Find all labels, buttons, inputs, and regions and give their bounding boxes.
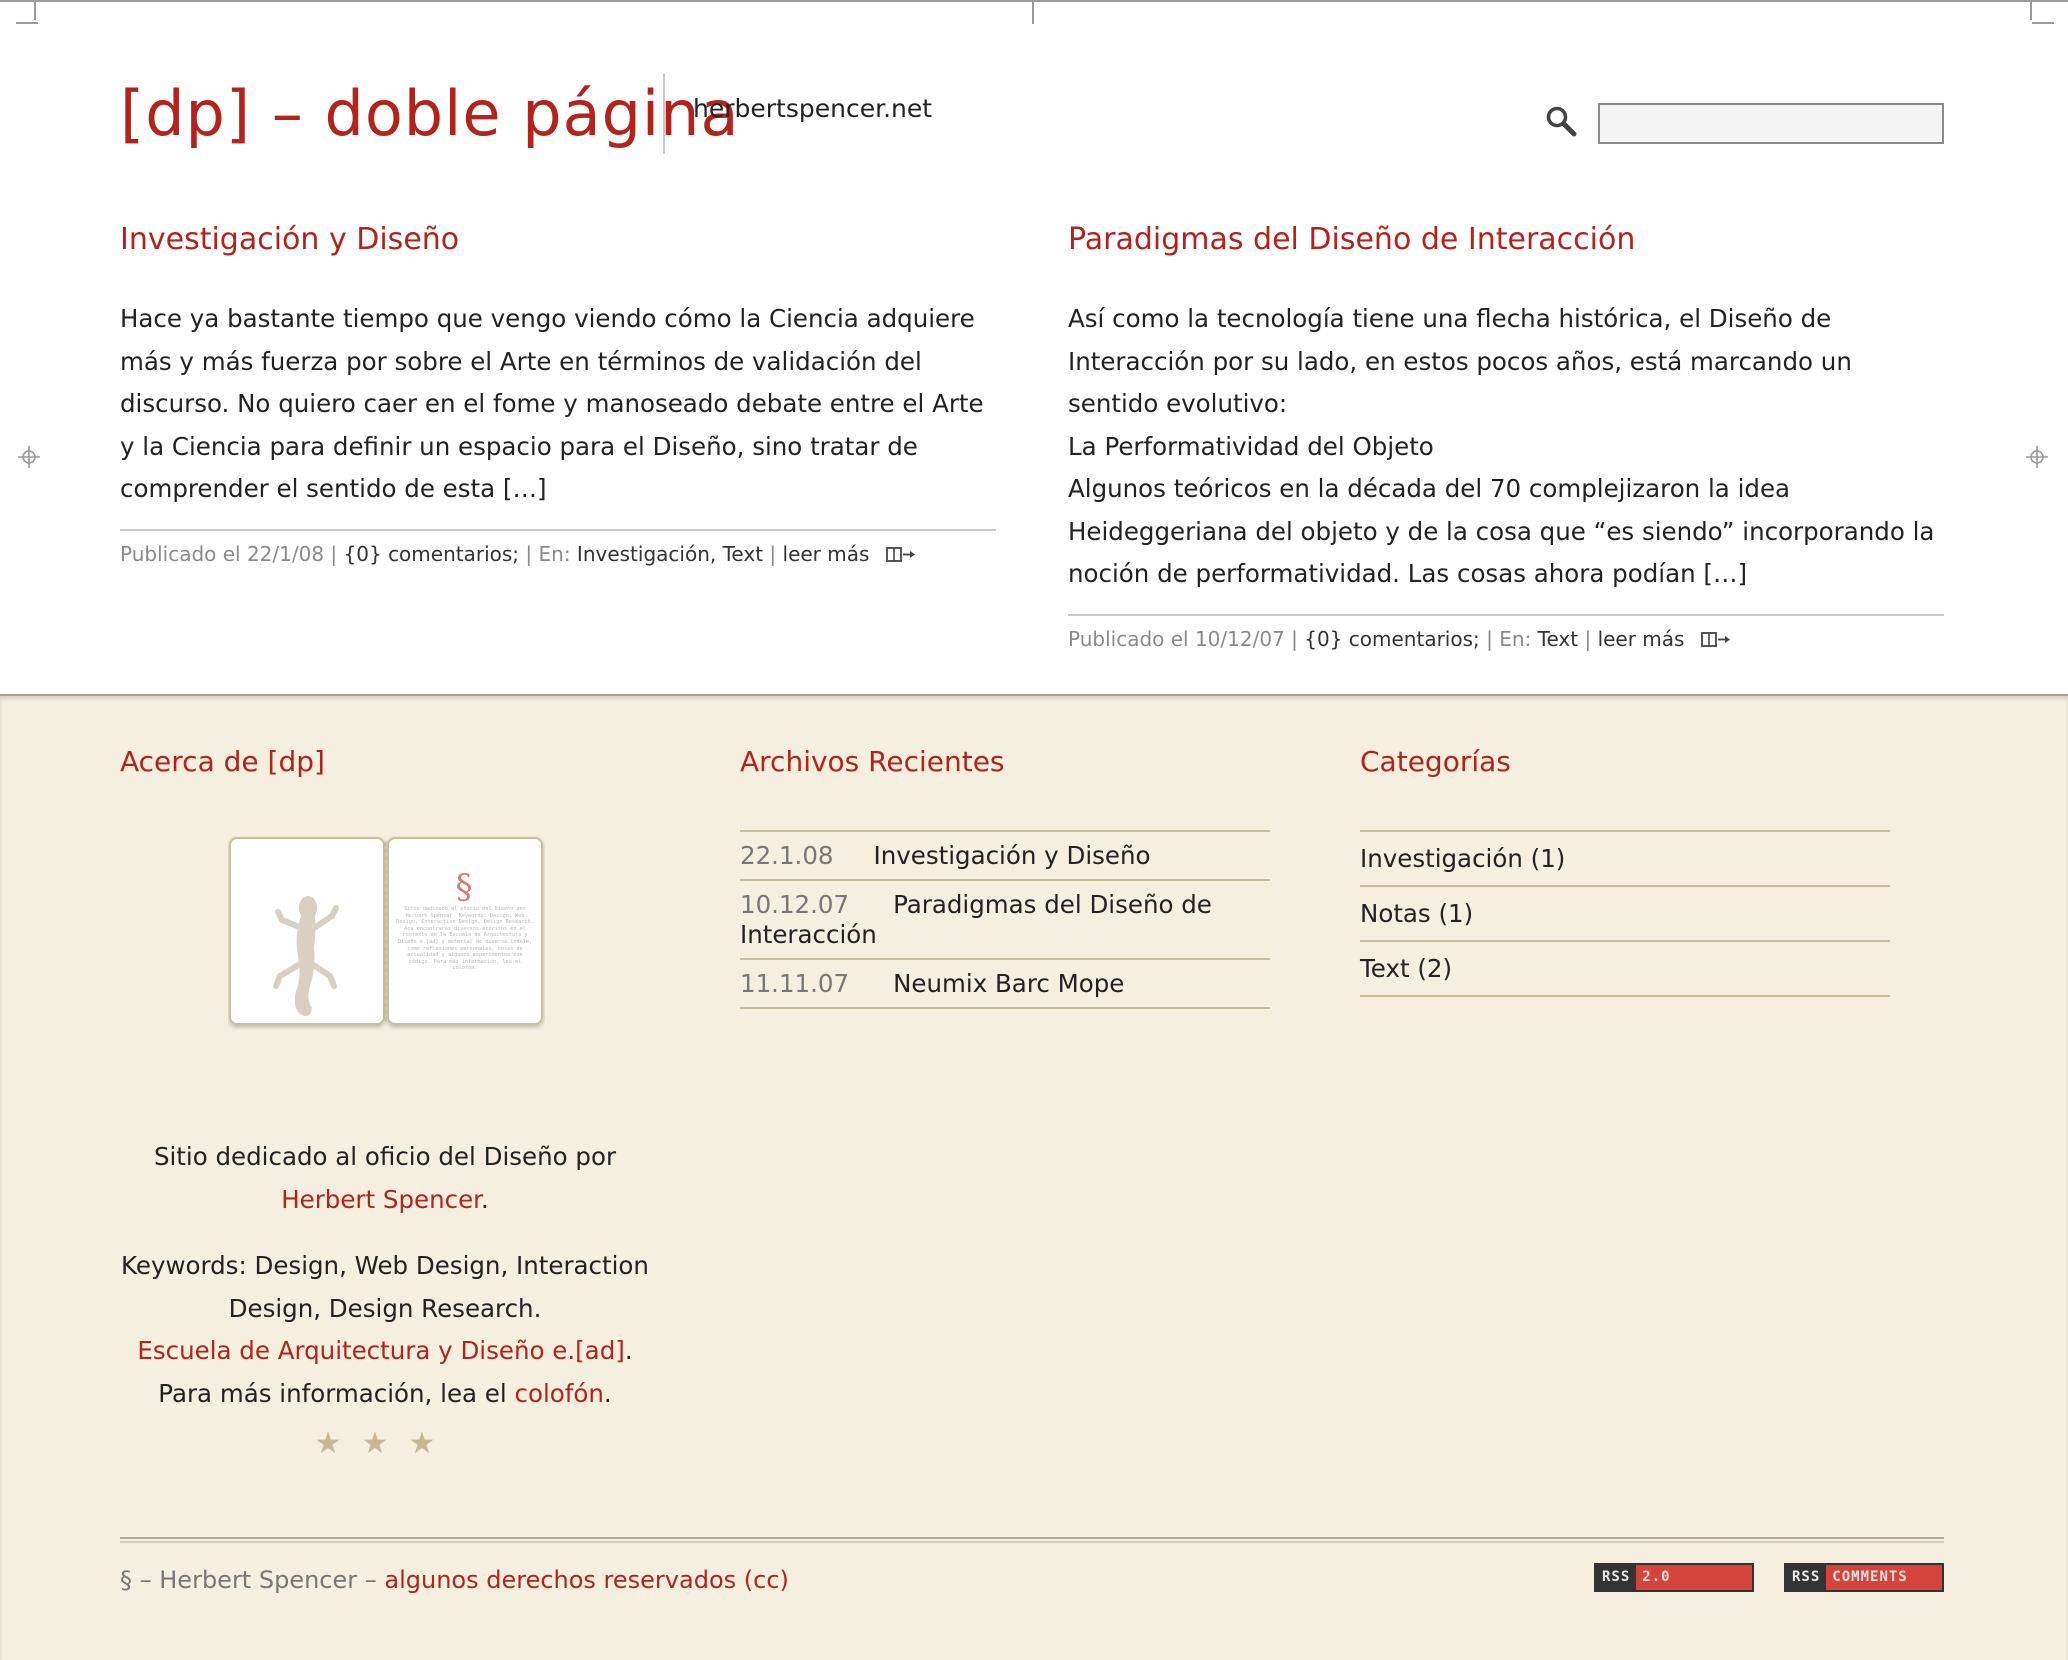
crop-mark: [2030, 2, 2032, 20]
site-title[interactable]: [dp] – doble página: [120, 72, 739, 156]
comments-link[interactable]: {0} comentarios;: [344, 542, 520, 566]
rss-comments-badge[interactable]: RSS COMMENTS: [1784, 1563, 1944, 1592]
archive-item: 22.1.08 Investigación y Diseño: [740, 830, 1270, 879]
search-input[interactable]: [1598, 103, 1944, 144]
post-excerpt: Hace ya bastante tiempo que vengo viendo…: [120, 298, 996, 511]
category-item[interactable]: Notas (1): [1360, 885, 1890, 940]
post-meta: Publicado el 22/1/08 | {0} comentarios; …: [120, 528, 996, 567]
crop-mark: [16, 22, 38, 24]
category-item[interactable]: Text (2): [1360, 940, 1890, 997]
category-item[interactable]: Investigación (1): [1360, 830, 1890, 885]
footer-divider: [120, 1537, 1944, 1543]
school-link[interactable]: Escuela de Arquitectura y Diseño e.[ad]: [137, 1336, 624, 1365]
copyright: § – Herbert Spencer – algunos derechos r…: [120, 1566, 789, 1594]
post-excerpt: Así como la tecnología tiene una flecha …: [1068, 298, 1944, 596]
post-meta: Publicado el 10/12/07 | {0} comentarios;…: [1068, 613, 1944, 652]
author-link[interactable]: Herbert Spencer: [281, 1185, 481, 1214]
registration-mark-icon: [18, 446, 40, 468]
book-symbol: §: [456, 867, 473, 907]
post-title[interactable]: Paradigmas del Diseño de Interacción: [1068, 220, 1944, 260]
post-paragraph: La Performatividad del Objeto: [1068, 431, 1434, 461]
about-description: Sitio dedicado al oficio del Diseño por …: [121, 1142, 649, 1408]
post-paragraph: Algunos teóricos en la década del 70 com…: [1068, 474, 1935, 588]
title-divider: [663, 74, 665, 154]
category-link[interactable]: Investigación: [577, 542, 710, 566]
recent-archives-list: 22.1.08 Investigación y Diseño 10.12.07 Pa…: [740, 830, 1270, 1009]
license-link[interactable]: algunos derechos reservados (cc): [384, 1566, 789, 1594]
archive-link[interactable]: Investigación y Diseño: [874, 841, 1151, 870]
archive-date: 10.12.07: [740, 890, 850, 919]
category-label: En:: [538, 541, 571, 566]
about-title: Acerca de [dp]: [120, 745, 325, 778]
rss-feed-badge[interactable]: RSS 2.0: [1594, 1563, 1754, 1592]
post-paragraph: Hace ya bastante tiempo que vengo viendo…: [120, 304, 984, 503]
archive-date: 22.1.08: [740, 841, 834, 870]
decorative-stars: ★★★: [314, 1426, 456, 1461]
keywords-text: Keywords: Design, Web Design, Interactio…: [121, 1251, 649, 1323]
search-icon[interactable]: [1544, 104, 1580, 140]
read-more-icon[interactable]: [1700, 631, 1731, 649]
crop-mark: [34, 2, 36, 20]
post-date: Publicado el 22/1/08: [120, 541, 325, 566]
post: Investigación y Diseño Hace ya bastante …: [120, 220, 996, 567]
crop-mark: [1032, 2, 1034, 24]
crop-mark: [2032, 22, 2054, 24]
read-more-link[interactable]: leer más: [1598, 627, 1685, 651]
archives-title: Archivos Recientes: [740, 745, 1005, 778]
post: Paradigmas del Diseño de Interacción Así…: [1068, 220, 1944, 652]
book-illustration: § Sitio dedicado al oficio del Diseño po…: [229, 837, 543, 1025]
site-tagline: herbertspencer.net: [693, 94, 933, 123]
category-link[interactable]: Text: [1538, 627, 1578, 651]
top-border: [0, 0, 2068, 2]
category-link[interactable]: Text: [723, 542, 763, 566]
read-more-icon[interactable]: [885, 546, 916, 564]
archive-link[interactable]: Neumix Barc Mope: [893, 969, 1124, 998]
read-more-link[interactable]: leer más: [783, 542, 870, 566]
archive-item: 11.11.07 Neumix Barc Mope: [740, 958, 1270, 1009]
post-paragraph: Así como la tecnología tiene una flecha …: [1068, 304, 1852, 418]
book-text: Sitio dedicado al oficio del Diseño por …: [396, 906, 534, 972]
archive-item: 10.12.07 Paradigmas del Diseño de Interac…: [740, 879, 1270, 958]
categories-title: Categorías: [1360, 745, 1511, 778]
category-label: En:: [1499, 626, 1532, 651]
registration-mark-icon: [2026, 446, 2048, 468]
categories-list: Investigación (1) Notas (1) Text (2): [1360, 830, 1890, 997]
site-header: [dp] – doble página herbertspencer.net: [120, 72, 932, 156]
post-date: Publicado el 10/12/07: [1068, 626, 1285, 651]
archive-date: 11.11.07: [740, 969, 850, 998]
comments-link[interactable]: {0} comentarios;: [1304, 627, 1480, 651]
colophon-link[interactable]: colofón: [514, 1379, 603, 1408]
post-title[interactable]: Investigación y Diseño: [120, 220, 996, 260]
